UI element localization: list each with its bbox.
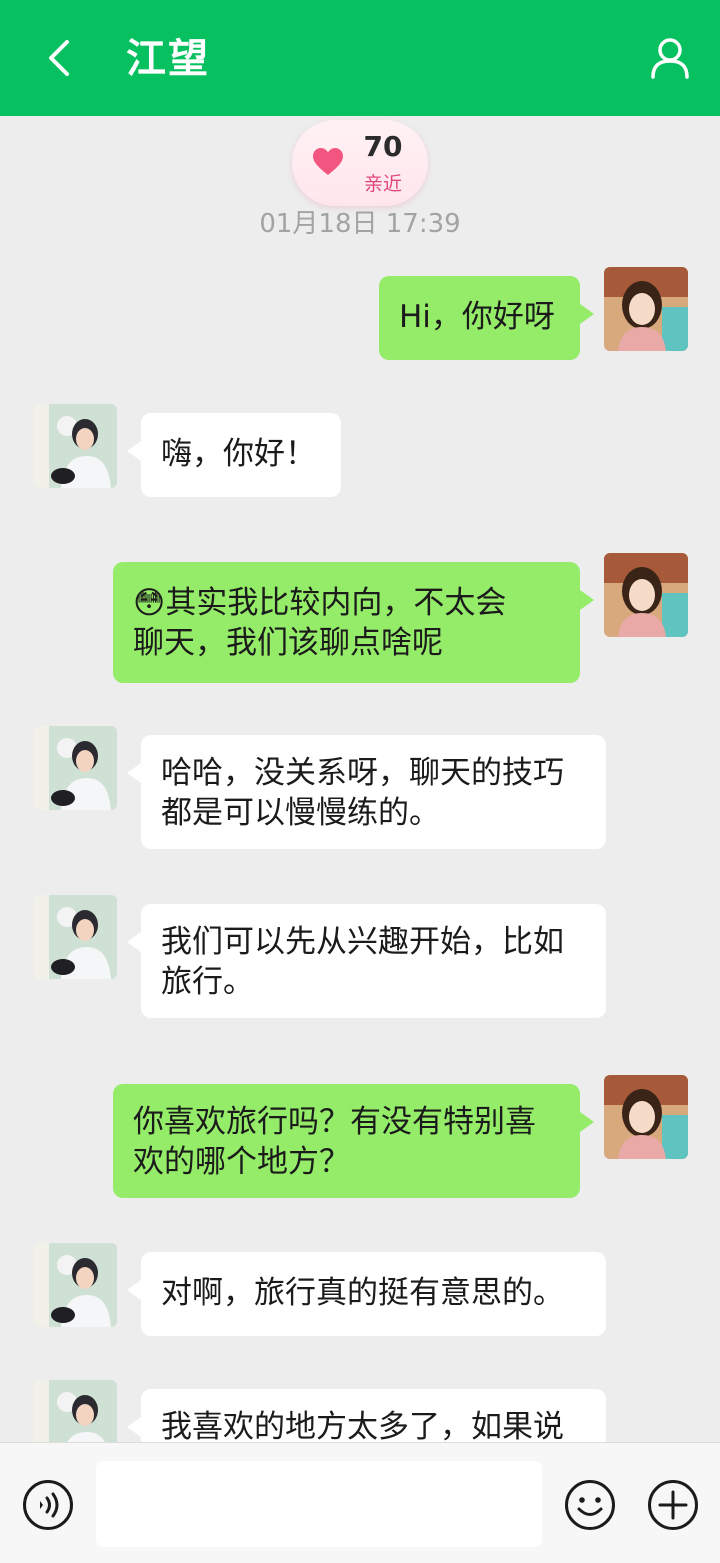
- message-bubble-received[interactable]: 嗨，你好！: [127, 413, 341, 497]
- input-bar: [0, 1442, 720, 1563]
- message-bubble-received[interactable]: 我喜欢的地方太多了，如果说: [127, 1389, 606, 1442]
- message-bubble-received[interactable]: 哈哈，没关系呀，聊天的技巧 都是可以慢慢练的。: [127, 735, 606, 849]
- message-text: 😳其实我比较内向，不太会: [133, 585, 507, 621]
- voice-icon: [23, 1480, 73, 1530]
- message-bubble-received[interactable]: 对啊，旅行真的挺有意思的。: [127, 1252, 606, 1336]
- intimacy-score: 70: [363, 130, 403, 163]
- message-text: 旅行。: [161, 964, 254, 1000]
- message-bubble-received[interactable]: 我们可以先从兴趣开始，比如 旅行。: [127, 904, 606, 1018]
- chat-header: 江望: [0, 0, 720, 116]
- message-text: 我喜欢的地方太多了，如果说: [161, 1409, 564, 1442]
- my-avatar[interactable]: [604, 553, 688, 637]
- message-bubble-sent[interactable]: Hi，你好呀: [379, 276, 594, 360]
- emoji-button[interactable]: [564, 1479, 616, 1531]
- message-text: 嗨，你好！: [161, 436, 316, 472]
- message-text: 我们可以先从兴趣开始，比如: [161, 924, 564, 960]
- profile-button[interactable]: [648, 36, 692, 80]
- message-bubble-sent[interactable]: 你喜欢旅行吗？有没有特别喜 欢的哪个地方？: [113, 1084, 594, 1198]
- page-title: 江望: [126, 36, 210, 82]
- smiley-icon: [565, 1480, 615, 1530]
- contact-avatar[interactable]: [33, 726, 117, 810]
- message-text: 聊天，我们该聊点啥呢: [133, 625, 443, 661]
- back-button[interactable]: [38, 36, 82, 80]
- message-list[interactable]: 70 亲近 01月18日 17:39 Hi，你好呀 嗨，你好！ 😳其实我比较内向…: [0, 116, 720, 1442]
- message-input[interactable]: [96, 1461, 542, 1547]
- message-text: 对啊，旅行真的挺有意思的。: [161, 1275, 564, 1311]
- contact-avatar[interactable]: [33, 1243, 117, 1327]
- contact-avatar[interactable]: [33, 1380, 117, 1442]
- person-icon: [651, 38, 689, 79]
- message-text: Hi，你好呀: [399, 299, 555, 335]
- contact-avatar[interactable]: [33, 404, 117, 488]
- more-button[interactable]: [647, 1479, 699, 1531]
- plus-icon: [648, 1480, 698, 1530]
- message-bubble-sent[interactable]: 😳其实我比较内向，不太会 聊天，我们该聊点啥呢: [113, 562, 594, 683]
- message-text: 哈哈，没关系呀，聊天的技巧: [161, 755, 564, 791]
- message-text: 你喜欢旅行吗？有没有特别喜: [133, 1104, 536, 1140]
- intimacy-badge[interactable]: 70 亲近: [292, 120, 428, 206]
- message-text: 都是可以慢慢练的。: [161, 795, 440, 831]
- my-avatar[interactable]: [604, 1075, 688, 1159]
- voice-button[interactable]: [22, 1479, 74, 1531]
- heart-icon: [313, 148, 343, 175]
- message-text: 欢的哪个地方？: [133, 1144, 350, 1180]
- contact-avatar[interactable]: [33, 895, 117, 979]
- message-timestamp: 01月18日 17:39: [259, 209, 461, 239]
- my-avatar[interactable]: [604, 267, 688, 351]
- chevron-left-icon: [49, 40, 69, 76]
- intimacy-label: 亲近: [363, 173, 402, 195]
